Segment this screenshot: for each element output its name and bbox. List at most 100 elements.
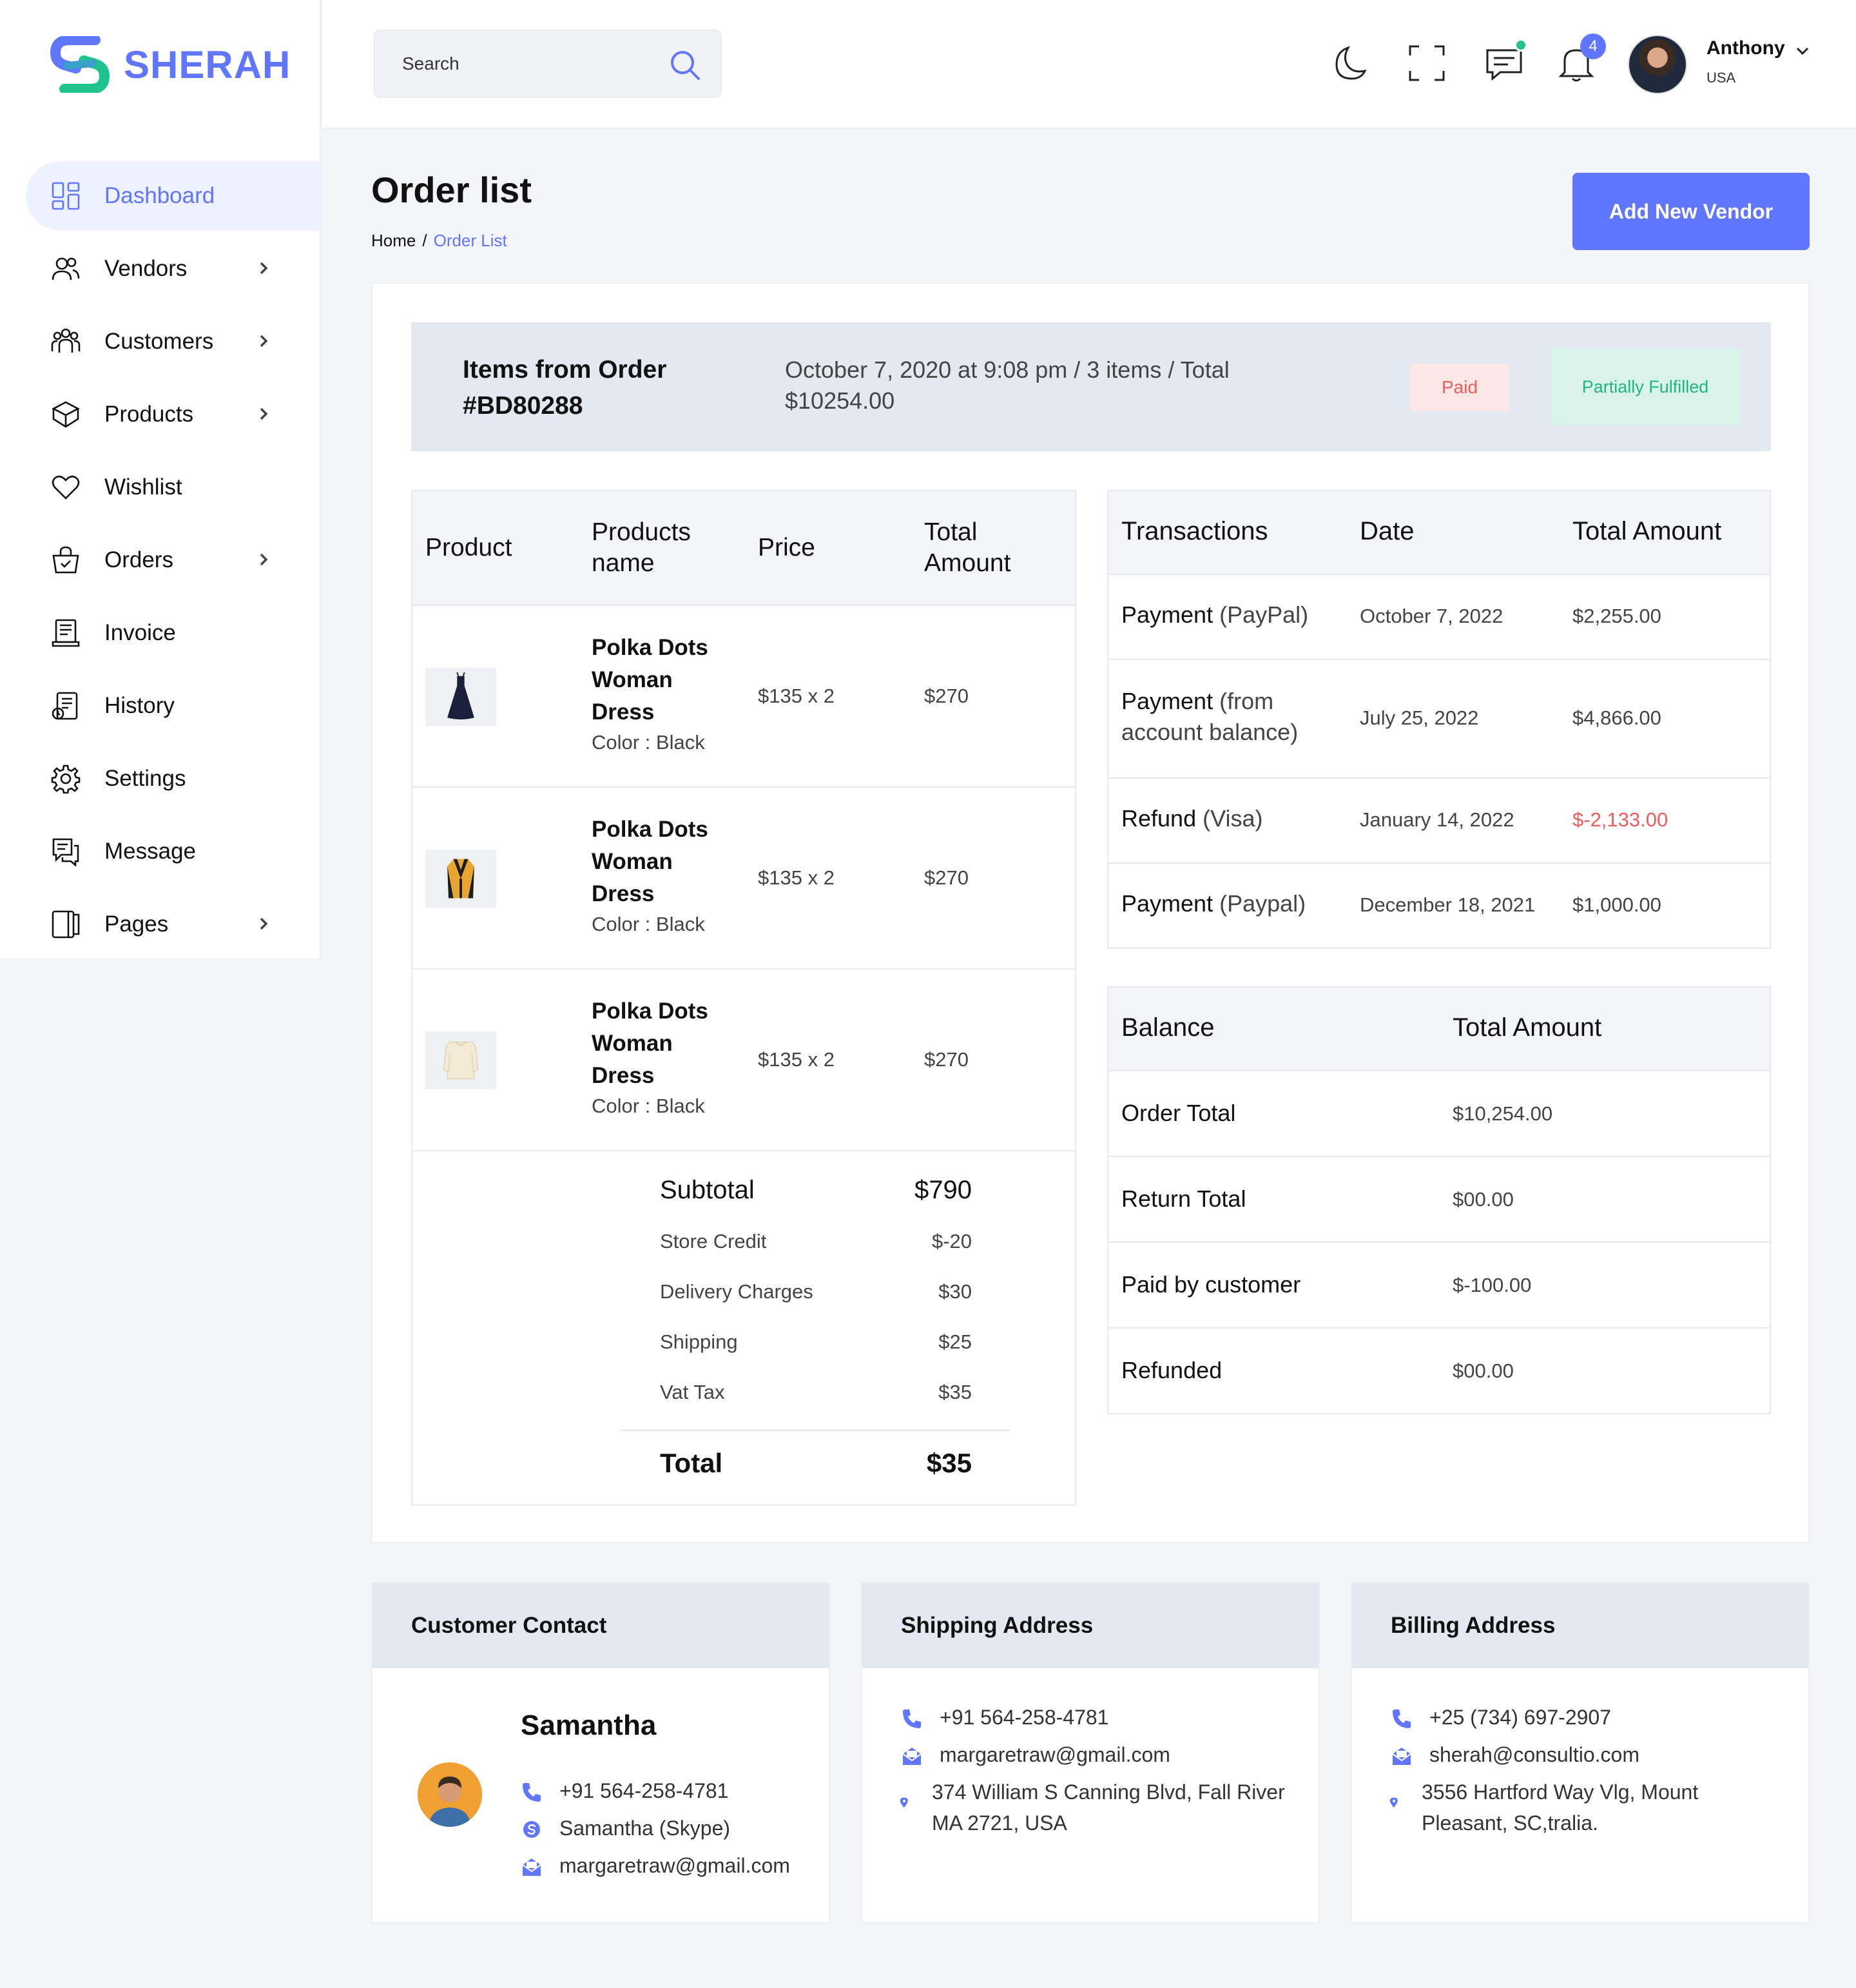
sidebar-item-pages[interactable]: Pages <box>26 890 321 959</box>
summary-label: Store Credit <box>660 1230 767 1252</box>
product-name[interactable]: Polka Dots Woman Dress <box>592 814 733 910</box>
search-input[interactable] <box>402 54 647 74</box>
column-header-amount: Total Amount <box>1453 1013 1602 1042</box>
transaction-method: (Paypal) <box>1219 890 1306 917</box>
add-new-vendor-button[interactable]: Add New Vendor <box>1572 173 1810 250</box>
customer-email[interactable]: margaretraw@gmail.com <box>521 1850 790 1881</box>
email-text: margaretraw@gmail.com <box>940 1743 1170 1766</box>
summary-value: $35 <box>926 1448 972 1478</box>
sidebar-item-orders[interactable]: Orders <box>26 525 321 595</box>
transaction-type: Payment (Paypal) <box>1121 888 1334 919</box>
transaction-kind: Payment <box>1121 601 1213 628</box>
sidebar-item-vendors[interactable]: Vendors <box>26 234 321 304</box>
customer-contact-card: Customer Contact Samantha +91 564-258-47… <box>371 1582 830 1924</box>
billing-phone[interactable]: +25 (734) 697-2907 <box>1391 1702 1611 1733</box>
card-heading: Shipping Address <box>862 1583 1319 1668</box>
bell-icon[interactable]: 4 <box>1556 34 1606 84</box>
sidebar-item-dashboard[interactable]: Dashboard <box>26 161 321 231</box>
table-row: Payment (from account balance) July 25, … <box>1108 659 1770 777</box>
product-total: $270 <box>924 866 969 889</box>
sidebar-item-products[interactable]: Products <box>26 380 321 449</box>
product-name[interactable]: Polka Dots Woman Dress <box>592 995 733 1092</box>
chevron-right-icon <box>255 333 272 349</box>
summary-value: $-20 <box>931 1230 972 1252</box>
transaction-amount: $2,255.00 <box>1572 605 1661 627</box>
breadcrumb-current[interactable]: Order List <box>434 231 507 250</box>
logo[interactable]: SHERAH <box>50 36 291 93</box>
transaction-amount: $1,000.00 <box>1572 893 1661 916</box>
paid-status-badge: Paid <box>1410 364 1509 411</box>
sidebar-item-label: Dashboard <box>104 183 215 208</box>
product-price: $135 x 2 <box>758 685 835 707</box>
sidebar-item-label: History <box>104 693 175 718</box>
sidebar: SHERAH Dashboard Vendors Customers Produ… <box>0 0 321 958</box>
transaction-kind: Payment <box>1121 688 1213 714</box>
chevron-down-icon[interactable] <box>1794 43 1811 59</box>
user-name[interactable]: Anthony <box>1706 37 1785 59</box>
column-header-total: Total Amount <box>924 518 1011 577</box>
balance-value: $-100.00 <box>1453 1274 1532 1296</box>
order-header: Items from Order #BD80288 October 7, 202… <box>411 322 1771 451</box>
page-title: Order list <box>371 170 532 210</box>
table-row: Polka Dots Woman Dress Color : Black $13… <box>412 968 1075 1150</box>
product-total: $270 <box>924 1048 969 1071</box>
summary-value: $30 <box>938 1280 972 1303</box>
column-header-name: Products name <box>592 518 691 577</box>
customer-skype[interactable]: Samantha (Skype) <box>521 1813 730 1844</box>
brand-name: SHERAH <box>124 43 291 86</box>
product-color: Color : Black <box>592 913 705 935</box>
moon-icon[interactable] <box>1329 43 1370 84</box>
table-header: Transactions Date Total Amount <box>1108 491 1770 574</box>
balance-value: $10,254.00 <box>1453 1102 1553 1125</box>
table-header: Product Products name Price Total Amount <box>412 491 1075 605</box>
email-icon <box>901 1744 923 1766</box>
column-header-price: Price <box>758 534 815 561</box>
sidebar-item-label: Products <box>104 402 194 427</box>
sidebar-item-label: Wishlist <box>104 474 182 500</box>
top-header: 4 Anthony USA <box>322 0 1856 129</box>
search-icon[interactable] <box>668 48 702 83</box>
billing-address-card: Billing Address +25 (734) 697-2907 shera… <box>1351 1582 1810 1924</box>
search-box[interactable] <box>374 30 722 98</box>
sidebar-item-history[interactable]: History <box>26 671 321 741</box>
skype-text: Samantha (Skype) <box>559 1817 731 1840</box>
sidebar-item-message[interactable]: Message <box>26 817 321 886</box>
summary-value: $35 <box>938 1381 972 1403</box>
product-image-cream-top <box>425 1031 496 1089</box>
billing-email[interactable]: sherah@consultio.com <box>1391 1739 1639 1770</box>
invoice-icon <box>49 616 82 650</box>
shipping-email[interactable]: margaretraw@gmail.com <box>901 1739 1170 1770</box>
chat-icon[interactable] <box>1484 39 1527 84</box>
sidebar-item-label: Orders <box>104 547 173 572</box>
gear-icon <box>49 762 82 795</box>
transactions-table: Transactions Date Total Amount Payment (… <box>1107 490 1771 949</box>
email-icon <box>1391 1744 1413 1766</box>
transaction-amount: $-2,133.00 <box>1572 808 1668 831</box>
sidebar-item-customers[interactable]: Customers <box>26 307 321 376</box>
breadcrumb-separator: / <box>422 231 427 250</box>
customer-avatar <box>418 1762 482 1827</box>
box-icon <box>49 398 82 431</box>
shipping-phone[interactable]: +91 564-258-4781 <box>901 1702 1108 1733</box>
sidebar-item-label: Settings <box>104 766 186 791</box>
product-color: Color : Black <box>592 1095 705 1117</box>
sidebar-item-wishlist[interactable]: Wishlist <box>26 453 321 522</box>
column-header-amount: Total Amount <box>1572 517 1722 545</box>
column-header-date: Date <box>1360 517 1415 545</box>
sidebar-nav: Dashboard Vendors Customers Products Wis… <box>26 161 321 962</box>
email-text: sherah@consultio.com <box>1429 1743 1639 1766</box>
product-name[interactable]: Polka Dots Woman Dress <box>592 632 733 728</box>
summary-label: Shipping <box>660 1330 738 1353</box>
order-card: Items from Order #BD80288 October 7, 202… <box>371 282 1810 1543</box>
sidebar-item-invoice[interactable]: Invoice <box>26 598 321 668</box>
transaction-kind: Refund <box>1121 805 1197 832</box>
user-avatar[interactable] <box>1628 35 1687 94</box>
customer-phone[interactable]: +91 564-258-4781 <box>521 1775 728 1806</box>
product-total: $270 <box>924 685 969 707</box>
online-dot <box>1514 39 1527 52</box>
dashboard-icon <box>49 179 82 213</box>
breadcrumb-home[interactable]: Home <box>371 231 416 250</box>
fullscreen-icon[interactable] <box>1406 43 1447 84</box>
product-image-black-dress <box>425 668 496 726</box>
sidebar-item-settings[interactable]: Settings <box>26 744 321 814</box>
